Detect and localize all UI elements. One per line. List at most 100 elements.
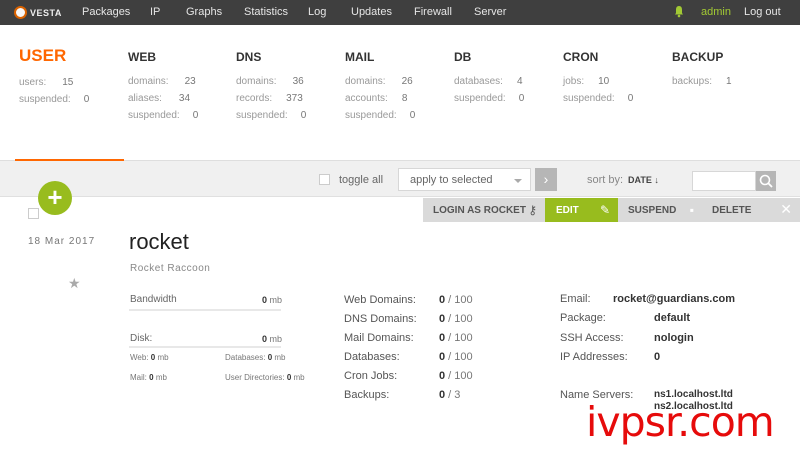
vesta-logo[interactable]: VESTA [14,5,62,20]
created-date: 18 Mar 2017 [28,236,96,247]
sort-by-date-toggle[interactable]: DATE ↓ [628,175,659,185]
stat-value: 0 [83,94,90,105]
nav-updates[interactable]: Updates [351,6,392,18]
bandwidth-amount: 0 [262,295,268,305]
login-as-label: LOGIN AS ROCKET [433,205,526,216]
stat-cron[interactable]: CRON jobs: 10 suspended: 0 [563,46,633,107]
limit-mail-domains-label: Mail Domains: [344,332,414,344]
stat-backup[interactable]: BACKUP backups: 1 [672,46,732,90]
stat-label: jobs: [563,76,585,87]
limit-cron-jobs-label: Cron Jobs: [344,370,398,382]
limit-backups-label: Backups: [344,389,390,401]
login-as-button[interactable]: LOGIN AS ROCKET ⚷ [423,198,545,222]
stat-value: 373 [286,93,303,104]
stat-title-backup: BACKUP [672,50,724,64]
apply-go-button[interactable]: › [535,168,557,191]
mail-usage-label: Mail: [130,373,147,382]
limit-used: 0 [439,351,446,363]
stat-value: 1 [726,76,732,87]
stat-label: suspended: [236,110,288,121]
logo-icon [14,6,27,19]
stat-value: 15 [62,77,74,88]
top-navbar: VESTA Packages IP Graphs Statistics Log … [0,0,800,25]
userdirs-usage-value: 0 [286,373,292,382]
unit-label: mb [157,353,169,362]
suspend-button[interactable]: SUSPEND ▪ [618,198,702,222]
add-user-button[interactable]: + [38,181,72,215]
stat-label: aliases: [128,93,162,104]
bandwidth-value: 0 mb [262,295,282,305]
stat-label: backups: [672,76,713,87]
nav-server[interactable]: Server [474,6,506,18]
disk-label: Disk: [130,333,153,344]
stat-value: 23 [184,76,196,87]
search-button[interactable] [756,171,776,191]
limit-max: 100 [454,370,473,382]
ssh-access-label: SSH Access: [560,332,624,344]
stat-label: databases: [454,76,503,87]
toggle-all-label[interactable]: toggle all [339,174,383,186]
star-icon[interactable]: ★ [68,275,81,292]
stat-title-mail: MAIL [345,50,375,64]
stat-value: 0 [627,93,634,104]
stat-title-db: DB [454,50,472,64]
disk-amount: 0 [262,334,268,344]
stat-row: suspended: 0 [19,91,89,108]
web-usage-value: 0 [150,353,156,362]
admin-user-link[interactable]: admin [701,6,731,18]
search-input[interactable] [692,171,756,191]
ip-addresses-value: 0 [654,351,661,363]
stat-user[interactable]: USER users: 15 suspended: 0 [19,46,89,108]
limit-databases-label: Databases: [344,351,400,363]
databases-usage: Databases: 0 mb [225,353,286,362]
stat-label: suspended: [345,110,397,121]
toggle-all-checkbox[interactable] [319,174,330,185]
limit-databases-value: 0 / 100 [439,351,473,363]
nav-statistics[interactable]: Statistics [244,6,288,18]
stat-mail[interactable]: MAIL domains: 26 accounts: 8 suspended: 0 [345,46,415,124]
logout-link[interactable]: Log out [744,6,781,18]
stat-label: users: [19,77,47,88]
email-value: rocket@guardians.com [613,293,735,305]
nav-log[interactable]: Log [308,6,326,18]
stat-row: aliases: 34 [128,90,198,107]
pencil-icon: ✎ [599,203,610,217]
unit-label: mb [274,353,286,362]
logo-text: VESTA [30,7,62,18]
stat-label: suspended: [454,93,506,104]
nav-graphs[interactable]: Graphs [186,6,222,18]
limit-used: 0 [439,313,446,325]
stat-title-user: USER [19,46,67,65]
stat-dns[interactable]: DNS domains: 36 records: 373 suspended: 0 [236,46,306,124]
edit-label: EDIT [556,205,579,216]
stat-label: accounts: [345,93,388,104]
limit-dns-domains-value: 0 / 100 [439,313,473,325]
bell-icon[interactable] [674,5,684,18]
nav-packages[interactable]: Packages [82,6,130,18]
stat-value: 10 [598,76,610,87]
row-checkbox[interactable] [28,208,39,219]
limit-backups-value: 0 / 3 [439,389,461,401]
stat-web[interactable]: WEB domains: 23 aliases: 34 suspended: 0 [128,46,198,124]
stat-title-cron: CRON [563,50,599,64]
limit-max: 100 [454,313,473,325]
stat-row: records: 373 [236,90,306,107]
unit-label: mb [155,373,167,382]
disk-bar [129,346,281,348]
limit-web-domains-value: 0 / 100 [439,294,473,306]
delete-button[interactable]: DELETE ✕ [702,198,800,222]
stat-row: databases: 4 [454,73,524,90]
edit-button[interactable]: EDIT ✎ [545,198,618,222]
stat-db[interactable]: DB databases: 4 suspended: 0 [454,46,524,107]
nav-ip[interactable]: IP [150,6,160,18]
apply-to-selected-select[interactable]: apply to selected [398,168,531,191]
stat-row: backups: 1 [672,73,732,90]
bandwidth-label: Bandwidth [130,294,177,305]
stat-label: domains: [345,76,386,87]
web-usage-label: Web: [130,353,149,362]
userdirs-usage: User Directories: 0 mb [225,373,305,382]
limit-max: 100 [454,332,473,344]
nav-firewall[interactable]: Firewall [414,6,452,18]
key-icon: ⚷ [528,203,537,217]
stat-row: suspended: 0 [454,90,524,107]
